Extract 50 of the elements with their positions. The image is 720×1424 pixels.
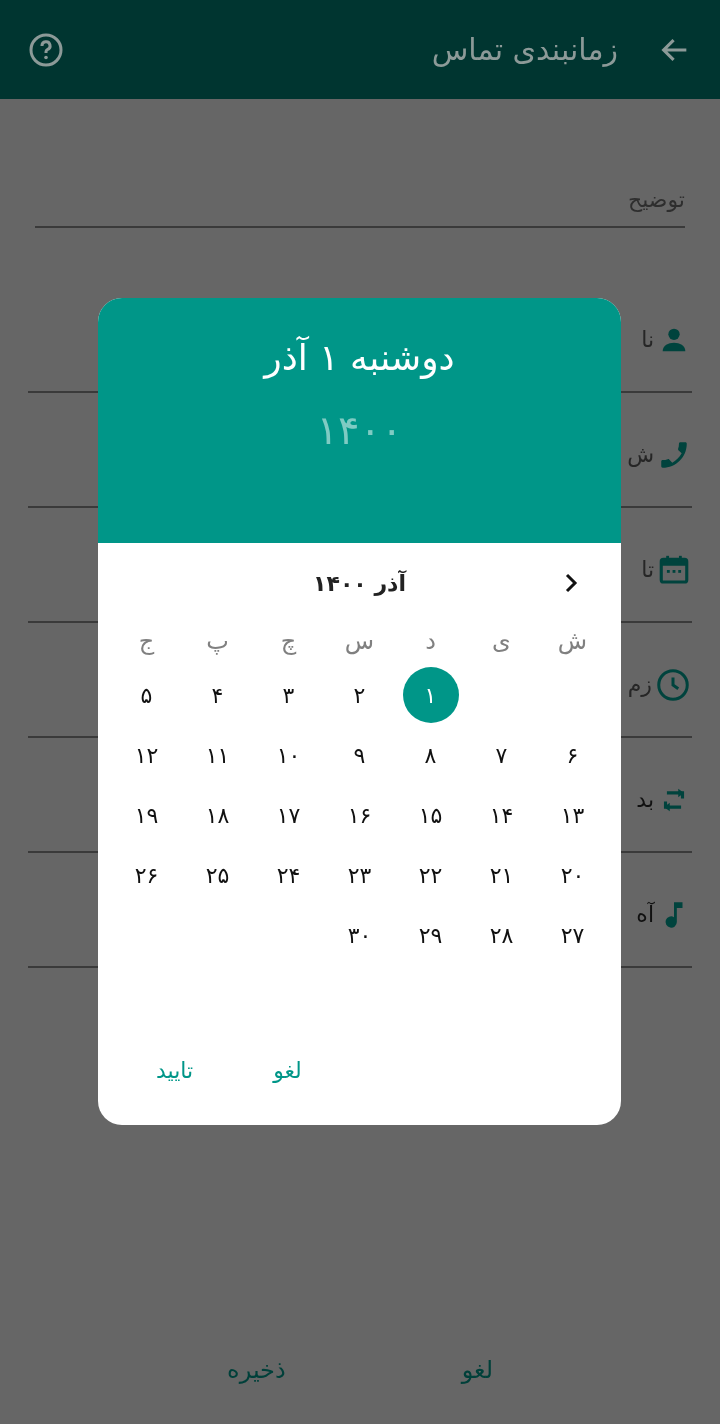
day-cell[interactable]: ۱۴ [473, 787, 530, 843]
day-cell[interactable]: ۶ [544, 727, 601, 783]
day-cell[interactable]: ۹ [331, 727, 388, 783]
text-button[interactable]: تایید [146, 1048, 204, 1093]
weekday-label: پ [206, 626, 229, 657]
field-label: آه [636, 900, 654, 929]
description-field[interactable]: توضیح [35, 183, 685, 228]
day-cell[interactable]: ۲۵ [189, 847, 246, 903]
day-cell[interactable]: ۳ [260, 667, 317, 723]
weekday-label: ی [492, 626, 511, 657]
day-cell[interactable]: ۱۰ [260, 727, 317, 783]
text-button[interactable]: لغو [263, 1048, 312, 1093]
day-cell[interactable]: ۲۷ [544, 907, 601, 963]
clock-icon [655, 666, 691, 703]
day-cell[interactable]: ۵ [118, 667, 175, 723]
day-cell[interactable]: ۲۹ [402, 907, 459, 963]
day-cell[interactable]: ۱۸ [189, 787, 246, 843]
day-cell[interactable]: ۱۷ [260, 787, 317, 843]
field-label: تا [641, 556, 654, 584]
weekday-label: چ [280, 626, 297, 657]
day-cell[interactable]: ۲۶ [118, 847, 175, 903]
day-cell[interactable]: ۴ [189, 667, 246, 723]
day-cell[interactable]: ۲۸ [473, 907, 530, 963]
day-cell[interactable]: ۲۴ [260, 847, 317, 903]
weekday-label: ج [138, 626, 155, 657]
day-cell[interactable]: ۱۵ [402, 787, 459, 843]
field-label: نا [641, 326, 654, 354]
day-cell[interactable]: ۱۱ [189, 727, 246, 783]
field-label: بد [636, 786, 654, 814]
field-label: زم [627, 671, 652, 699]
day-cell[interactable]: ۲۱ [473, 847, 530, 903]
day-cell[interactable]: ۱۳ [544, 787, 601, 843]
day-cell[interactable]: ۱ [402, 667, 459, 723]
month-label: آذر ۱۴۰۰ [313, 569, 406, 598]
day-cell[interactable]: ۱۹ [118, 787, 175, 843]
day-cell[interactable]: ۲۰ [544, 847, 601, 903]
field-label: ش [627, 441, 654, 469]
day-cell[interactable]: ۲ [331, 667, 388, 723]
weekday-label: د [425, 626, 436, 657]
help-icon[interactable] [28, 31, 64, 68]
day-cell[interactable]: ۷ [473, 727, 530, 783]
day-cell[interactable]: ۱۲ [118, 727, 175, 783]
weekday-label: ش [557, 626, 588, 657]
day-cell[interactable]: ۲۲ [402, 847, 459, 903]
screen-title: زمانبندی تماس [431, 31, 618, 69]
day-cell[interactable]: ۱۶ [331, 787, 388, 843]
day-cell[interactable]: ۸ [402, 727, 459, 783]
weekday-label: س [344, 626, 375, 657]
day-cell[interactable]: ۳۰ [331, 907, 388, 963]
day-cell[interactable]: ۲۳ [331, 847, 388, 903]
